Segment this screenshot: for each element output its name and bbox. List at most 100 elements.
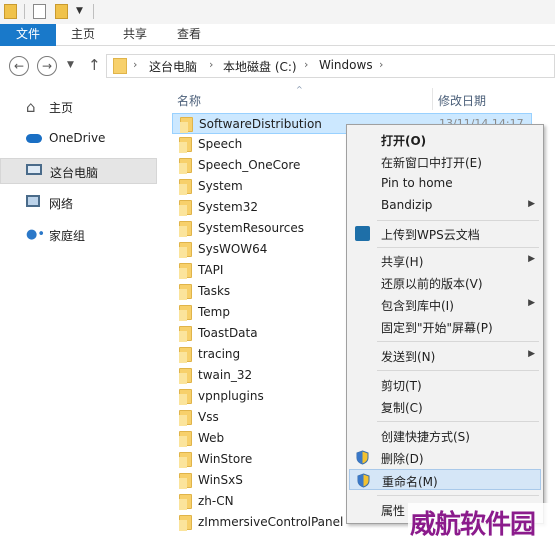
file-name: zh-CN: [198, 494, 234, 508]
menu-separator: [377, 220, 539, 221]
menu-item-include-library[interactable]: 包含到库中(I) ▶: [349, 294, 541, 315]
nav-item-this-pc[interactable]: 这台电脑: [0, 158, 157, 184]
tab-share[interactable]: 共享: [110, 24, 160, 46]
menu-item-open[interactable]: 打开(O): [349, 129, 541, 150]
submenu-arrow-icon: ▶: [528, 298, 535, 308]
menu-item-pin-to-home[interactable]: Pin to home: [349, 173, 541, 194]
nav-item-label: 网络: [49, 197, 74, 211]
folder-icon: [179, 368, 192, 384]
folder-icon: [180, 117, 193, 133]
folder-icon: [179, 515, 192, 531]
file-name: System: [198, 179, 243, 193]
address-bar-row: ← → ▼ ↑ › 这台电脑 › 本地磁盘 (C:) › Windows ›: [0, 46, 555, 86]
nav-item-onedrive[interactable]: OneDrive: [0, 126, 157, 152]
computer-icon: [26, 164, 42, 175]
menu-item-upload-wps[interactable]: 上传到WPS云文档: [349, 223, 541, 244]
sort-arrow-icon: ^: [296, 85, 303, 94]
file-name: Speech_OneCore: [198, 158, 301, 172]
nav-item-home[interactable]: ⌂ 主页: [0, 94, 157, 120]
menu-item-label: 在新窗口中打开(E): [381, 156, 482, 170]
menu-item-label: 固定到"开始"屏幕(P): [381, 321, 493, 335]
nav-item-label: 这台电脑: [50, 166, 99, 180]
file-name: zImmersiveControlPanel: [198, 515, 344, 529]
ribbon-tabs: 文件 主页 共享 查看: [0, 24, 555, 46]
folder-icon: [179, 305, 192, 321]
folder-icon: [4, 4, 17, 19]
folder-icon: [179, 242, 192, 258]
folder-icon: [113, 58, 127, 74]
menu-item-share[interactable]: 共享(H) ▶: [349, 250, 541, 271]
folder-icon: [179, 431, 192, 447]
file-name: ToastData: [198, 326, 258, 340]
menu-item-label: 删除(D): [381, 452, 424, 466]
forward-button[interactable]: →: [37, 56, 57, 76]
back-button[interactable]: ←: [9, 56, 29, 76]
file-name: TAPI: [198, 263, 224, 277]
file-name: Speech: [198, 137, 243, 151]
breadcrumb-local-disk[interactable]: 本地磁盘 (C:): [223, 58, 297, 75]
title-bar: ▼: [0, 0, 555, 24]
submenu-arrow-icon: ▶: [528, 199, 535, 209]
properties-icon[interactable]: [33, 4, 46, 19]
menu-item-rename[interactable]: 重命名(M): [349, 469, 541, 490]
file-name: vpnplugins: [198, 389, 264, 403]
column-header-name[interactable]: 名称: [177, 92, 201, 109]
folder-icon: [179, 263, 192, 279]
menu-separator: [377, 495, 539, 496]
nav-item-network[interactable]: 网络: [0, 190, 157, 216]
cloud-icon: [26, 134, 42, 143]
file-name: Temp: [198, 305, 230, 319]
menu-item-label: 还原以前的版本(V): [381, 277, 483, 291]
menu-item-pin-start[interactable]: 固定到"开始"屏幕(P): [349, 316, 541, 337]
menu-item-create-shortcut[interactable]: 创建快捷方式(S): [349, 425, 541, 446]
menu-separator: [377, 370, 539, 371]
toolbar-divider: [93, 4, 94, 19]
breadcrumb-separator[interactable]: ›: [209, 58, 213, 71]
menu-item-label: 发送到(N): [381, 350, 436, 364]
menu-item-bandizip[interactable]: Bandizip ▶: [349, 195, 541, 216]
tab-file[interactable]: 文件: [0, 24, 56, 46]
nav-item-label: 主页: [49, 101, 74, 115]
menu-item-open-new-window[interactable]: 在新窗口中打开(E): [349, 151, 541, 172]
file-name: System32: [198, 200, 259, 214]
menu-item-copy[interactable]: 复制(C): [349, 396, 541, 417]
menu-item-restore-previous[interactable]: 还原以前的版本(V): [349, 272, 541, 293]
customize-toolbar-icon[interactable]: ▼: [76, 4, 86, 19]
menu-item-label: 属性: [381, 504, 406, 518]
folder-icon: [179, 284, 192, 300]
menu-item-label: 包含到库中(I): [381, 299, 454, 313]
tab-home[interactable]: 主页: [56, 24, 110, 46]
folder-icon: [179, 452, 192, 468]
menu-item-cut[interactable]: 剪切(T): [349, 374, 541, 395]
column-divider[interactable]: [432, 88, 433, 110]
breadcrumb-this-pc[interactable]: 这台电脑: [149, 58, 197, 75]
tab-view[interactable]: 查看: [162, 24, 216, 46]
menu-item-label: 共享(H): [381, 255, 424, 269]
file-name: SoftwareDistribution: [199, 117, 322, 131]
menu-item-label: 剪切(T): [381, 379, 422, 393]
file-name: WinSxS: [198, 473, 243, 487]
navigation-pane: ⌂ 主页 OneDrive 这台电脑 网络 ●• 家庭组: [0, 86, 162, 542]
wps-cloud-icon: [355, 226, 370, 241]
menu-separator: [377, 341, 539, 342]
folder-icon: [179, 347, 192, 363]
recent-locations-button[interactable]: ▼: [67, 60, 74, 70]
address-box[interactable]: › 这台电脑 › 本地磁盘 (C:) › Windows ›: [106, 54, 555, 78]
nav-item-homegroup[interactable]: ●• 家庭组: [0, 222, 157, 248]
submenu-arrow-icon: ▶: [528, 349, 535, 359]
nav-item-label: OneDrive: [49, 131, 106, 145]
breadcrumb-windows[interactable]: Windows: [319, 58, 373, 72]
folder-icon: [179, 179, 192, 195]
menu-separator: [377, 247, 539, 248]
breadcrumb-separator[interactable]: ›: [304, 58, 308, 71]
menu-item-send-to[interactable]: 发送到(N) ▶: [349, 345, 541, 366]
column-header-date[interactable]: 修改日期: [438, 92, 486, 109]
folder-icon: [179, 389, 192, 405]
network-icon: [26, 195, 40, 207]
file-name: twain_32: [198, 368, 253, 382]
breadcrumb-separator[interactable]: ›: [379, 58, 383, 71]
watermark-text: 威航软件园: [410, 510, 536, 540]
new-folder-icon[interactable]: [55, 4, 68, 19]
menu-item-delete[interactable]: 删除(D): [349, 447, 541, 468]
up-button[interactable]: ↑: [88, 56, 101, 74]
